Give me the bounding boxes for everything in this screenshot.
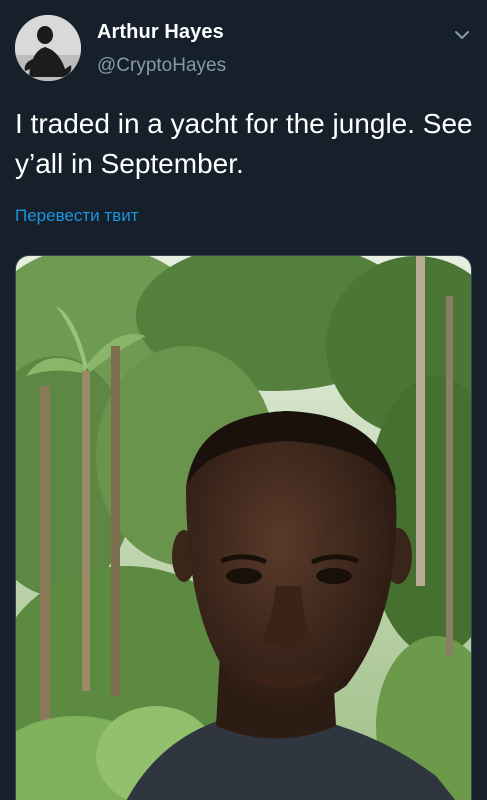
translate-tweet-link[interactable]: Перевести твит — [15, 206, 138, 226]
tweet-card: Arthur Hayes @CryptoHayes I traded in a … — [0, 0, 487, 800]
chevron-down-icon[interactable] — [451, 24, 473, 46]
selfie-photo — [16, 256, 471, 800]
tweet-media-photo[interactable] — [15, 255, 472, 800]
user-handle[interactable]: @CryptoHayes — [97, 55, 226, 77]
avatar-photo-icon — [15, 15, 81, 81]
tweet-text: I traded in a yacht for the jungle. See … — [15, 108, 473, 179]
avatar[interactable] — [15, 15, 81, 81]
display-name[interactable]: Arthur Hayes — [97, 21, 224, 44]
